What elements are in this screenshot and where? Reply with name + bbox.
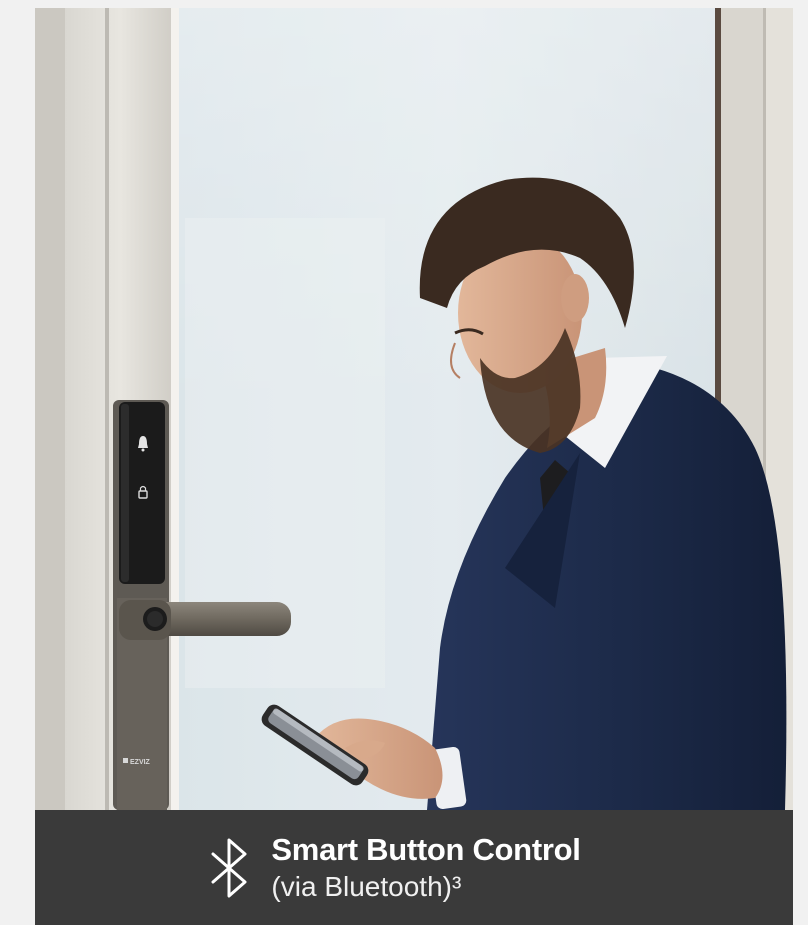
- svg-text:EZVIZ: EZVIZ: [130, 759, 151, 766]
- page: EZVIZ Smart Button Control (via Bluetoot…: [0, 0, 808, 925]
- caption-bar: Smart Button Control (via Bluetooth)³: [35, 810, 793, 925]
- frame-post-left: [35, 8, 65, 810]
- caption-content: Smart Button Control (via Bluetooth)³: [207, 831, 581, 905]
- caption-subtitle: (via Bluetooth)³: [271, 870, 462, 902]
- product-photo: EZVIZ: [35, 8, 793, 810]
- caption-title: Smart Button Control: [271, 831, 581, 867]
- bluetooth-icon: [211, 838, 247, 897]
- caption-text: Smart Button Control (via Bluetooth)³: [271, 831, 580, 905]
